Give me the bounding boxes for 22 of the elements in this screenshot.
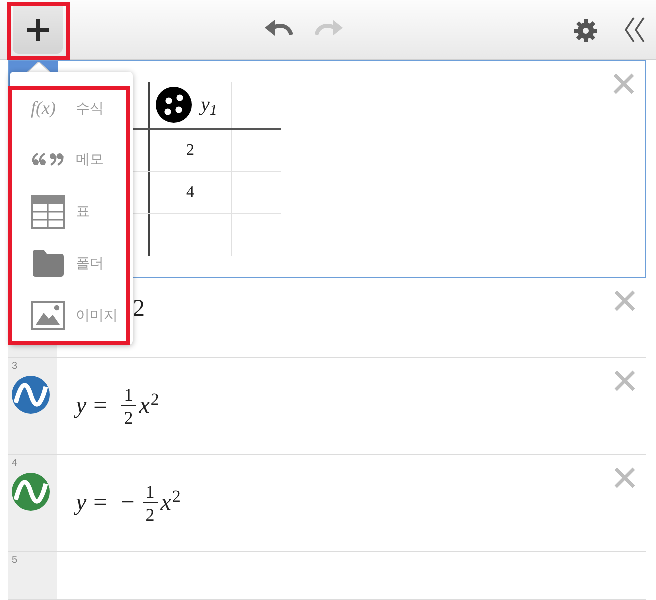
function-symbol: f(x)	[31, 96, 57, 120]
menu-item[interactable]: f(x) 수식	[12, 90, 126, 126]
line-number: 4	[12, 459, 18, 469]
add-button[interactable]	[13, 6, 63, 54]
points-style-icon[interactable]	[156, 87, 192, 123]
expression-text: 2	[133, 295, 145, 323]
table-icon	[31, 194, 65, 228]
menu-item[interactable]: 표	[12, 194, 126, 230]
image-icon	[31, 300, 65, 330]
menu-item[interactable]: 이미지	[12, 297, 126, 333]
line-number: 5	[12, 556, 18, 566]
double-chevron-icon	[624, 17, 646, 43]
expression-item[interactable]: 5	[8, 552, 646, 600]
cell-value: 2	[186, 140, 194, 160]
menu-item[interactable]: 메모	[12, 142, 126, 178]
folder-icon	[33, 250, 64, 277]
cell-value: 4	[186, 182, 194, 202]
settings-icon	[574, 19, 598, 43]
line-number: 3	[12, 362, 18, 372]
plus-icon	[26, 18, 50, 42]
quote-icon	[31, 153, 65, 166]
column-header: y$_{1}$	[201, 93, 218, 120]
